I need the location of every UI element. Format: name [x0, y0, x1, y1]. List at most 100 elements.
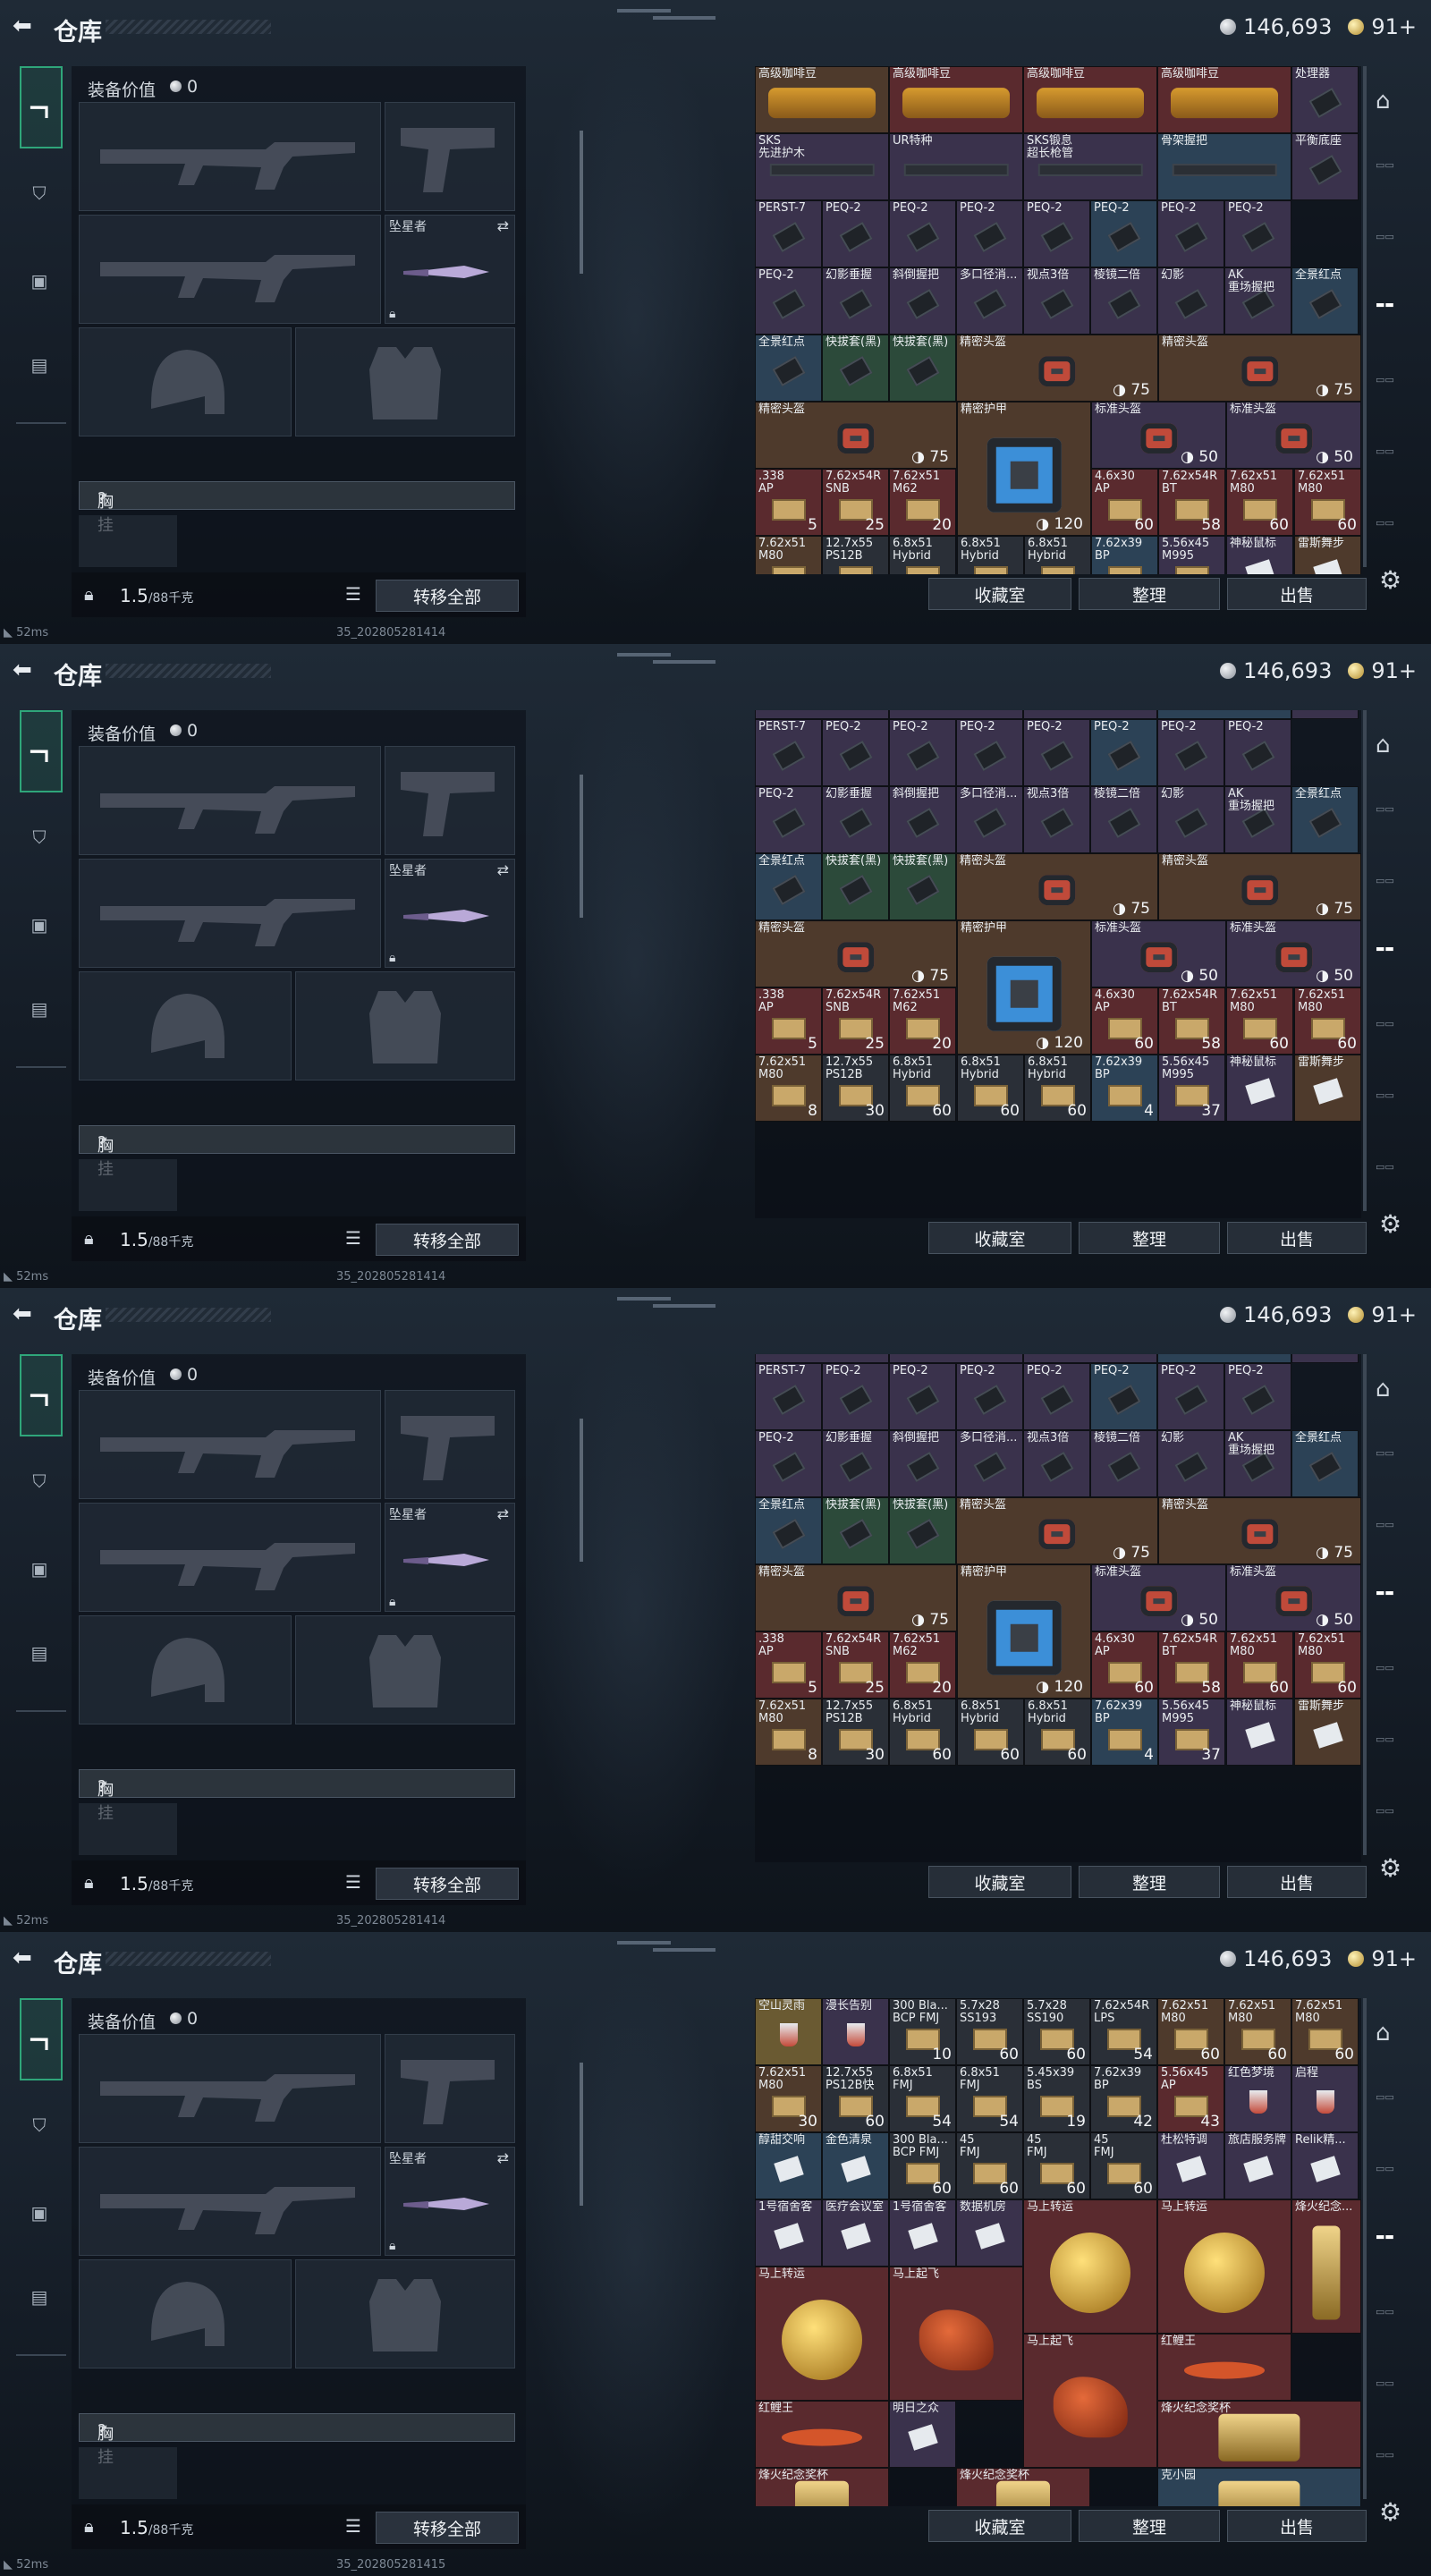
helmet-slot[interactable]	[79, 971, 292, 1080]
inventory-item[interactable]: 7.62x51 M62 20	[889, 1631, 956, 1699]
inventory-item[interactable]: PEQ-2	[1157, 1363, 1224, 1430]
secondary-weapon-slot[interactable]	[79, 859, 381, 968]
sort-button[interactable]: 整理	[1079, 2510, 1220, 2542]
container-tab-icon[interactable]: ▬▬	[1376, 1587, 1415, 1623]
chest-rig-grid[interactable]	[79, 1159, 177, 1211]
inventory-item[interactable]: 视点3倍	[1023, 267, 1090, 335]
inventory-item[interactable]: 7.62x39 BP 4	[1091, 1699, 1158, 1766]
collection-room-button[interactable]: 收藏室	[928, 578, 1071, 610]
container-tab-icon[interactable]: ▬▬	[1376, 299, 1415, 335]
inventory-item[interactable]: 快拔套(黑)	[889, 853, 956, 920]
inventory-item[interactable]: 6.8x51 FMJ 54	[889, 2065, 956, 2132]
inventory-item[interactable]: 骨架握把	[1157, 710, 1291, 719]
inventory-item[interactable]: PEQ-2	[956, 1363, 1023, 1430]
inventory-item[interactable]: 6.8x51 Hybrid 60	[889, 1055, 956, 1122]
inventory-item[interactable]: 300 Bla... BCP FMJ 10	[889, 1998, 956, 2065]
case-tab[interactable]: ▤	[20, 989, 59, 1029]
gold-amount[interactable]: 91+	[1371, 14, 1417, 39]
inventory-item[interactable]: 7.62x39 BP 4	[1091, 1055, 1158, 1122]
inventory-item[interactable]: .338 AP 5	[755, 987, 822, 1055]
helmet-slot[interactable]	[79, 2259, 292, 2368]
loadout-scrollbar[interactable]	[580, 131, 583, 274]
inventory-item[interactable]: 7.62x51 M62 20	[889, 987, 956, 1055]
inventory-item[interactable]: 精密头盔 ◑ 75	[956, 853, 1158, 920]
container-tab-icon[interactable]: ▬▬	[1376, 2231, 1415, 2267]
inventory-item[interactable]: 精密护甲 ◑ 120	[957, 1564, 1091, 1699]
inventory-item[interactable]: 精密头盔 ◑ 75	[1158, 335, 1361, 402]
inventory-item[interactable]: 全景红点	[755, 1497, 822, 1564]
inventory-item[interactable]: 烽火纪念奖杯	[755, 2468, 889, 2506]
transfer-all-button[interactable]: 转移全部	[376, 1868, 519, 1900]
container-tab-icon[interactable]: ▭▭	[1376, 2163, 1415, 2199]
inventory-item[interactable]: 6.8x51 Hybrid 60	[889, 1699, 956, 1766]
inventory-item[interactable]: 棱镜二倍	[1090, 267, 1157, 335]
chest-rig-slot[interactable]: 胸挂 ?	[79, 1769, 515, 1823]
inventory-item[interactable]: PERST-7	[755, 200, 822, 267]
secondary-weapon-slot[interactable]	[79, 1503, 381, 1612]
inventory-item[interactable]: 视点3倍	[1023, 1430, 1090, 1497]
settings-gear-icon[interactable]: ⚙	[1379, 1209, 1401, 1239]
pistol-slot[interactable]	[385, 2034, 515, 2143]
container-tab-icon[interactable]: ▭▭	[1376, 2091, 1415, 2127]
melee-slot[interactable]: 坠星者 ⇄ 🔒︎	[385, 2147, 515, 2256]
list-icon[interactable]: ☰	[345, 2515, 361, 2537]
primary-weapon-slot[interactable]	[79, 2034, 381, 2143]
inventory-item[interactable]: 马上转运	[1157, 2199, 1291, 2334]
inventory-item[interactable]: 7.62x54R LPS 54	[1090, 1998, 1157, 2065]
swap-icon[interactable]: ⇄	[497, 861, 509, 878]
inventory-item[interactable]: 精密头盔 ◑ 75	[755, 920, 957, 987]
inventory-item[interactable]: 视点3倍	[1023, 786, 1090, 853]
melee-slot[interactable]: 坠星者 ⇄ 🔒︎	[385, 215, 515, 324]
backpack-tab[interactable]: ▣	[20, 1549, 59, 1589]
inventory-item[interactable]: 神秘鼠标	[1226, 1055, 1293, 1122]
armor-slot[interactable]	[295, 2259, 515, 2368]
inventory-item[interactable]: 幻影	[1157, 1430, 1224, 1497]
case-tab[interactable]: ▤	[20, 2277, 59, 2317]
inventory-item[interactable]: 快拔套(黑)	[822, 853, 889, 920]
sell-button[interactable]: 出售	[1227, 578, 1367, 610]
inventory-item[interactable]: PEQ-2	[1023, 1363, 1090, 1430]
inventory-item[interactable]: 6.8x51 Hybrid 60	[957, 1699, 1024, 1766]
inventory-item[interactable]: PERST-7	[755, 1363, 822, 1430]
inventory-item[interactable]: 7.62x51 M80 30	[755, 2065, 822, 2132]
container-tab-icon[interactable]: ▭▭	[1376, 803, 1415, 839]
warehouse-tab-icon[interactable]: ⌂	[1376, 1376, 1415, 1411]
inventory-item[interactable]: PEQ-2	[1023, 200, 1090, 267]
inventory-item[interactable]: 5.56x45 M99537	[1158, 536, 1225, 574]
container-tab-icon[interactable]: ▭▭	[1376, 159, 1415, 195]
inventory-item[interactable]: SKS锻息 超长枪管	[1023, 133, 1157, 200]
inventory-item[interactable]: 幻影垂握	[822, 1430, 889, 1497]
warehouse-tab-icon[interactable]: ⌂	[1376, 2020, 1415, 2055]
inventory-item[interactable]: 棱镜二倍	[1090, 786, 1157, 853]
inventory-item[interactable]: 马上起飞	[1023, 2334, 1157, 2468]
inventory-item[interactable]: 7.62x51 M80 60	[1294, 1631, 1361, 1699]
inventory-item[interactable]: 快拔套(黑)	[889, 1497, 956, 1564]
inventory-item[interactable]: 红色梦境	[1224, 2065, 1291, 2132]
inventory-item[interactable]: 5.45x39 BS 19	[1023, 2065, 1090, 2132]
inventory-item[interactable]: 数据机房	[956, 2199, 1023, 2267]
melee-slot[interactable]: 坠星者 ⇄ 🔒︎	[385, 859, 515, 968]
inventory-item[interactable]: PEQ-2	[1224, 200, 1291, 267]
inventory-item[interactable]: 雷斯舞步	[1294, 1055, 1361, 1122]
list-icon[interactable]: ☰	[345, 1227, 361, 1249]
inventory-item[interactable]: PEQ-2	[755, 267, 822, 335]
sell-button[interactable]: 出售	[1227, 2510, 1367, 2542]
inventory-item[interactable]: PEQ-2	[889, 719, 956, 786]
gold-amount[interactable]: 91+	[1371, 658, 1417, 683]
inventory-item[interactable]: 6.8x51 FMJ 54	[956, 2065, 1023, 2132]
inventory-item[interactable]: 7.62x51 M80 60	[1157, 1998, 1224, 2065]
inventory-item[interactable]: .338 AP 5	[755, 1631, 822, 1699]
inventory-item[interactable]: 标准头盔 ◑ 50	[1226, 1564, 1361, 1631]
inventory-item[interactable]: 45 FMJ 60	[1090, 2132, 1157, 2199]
primary-weapon-slot[interactable]	[79, 746, 381, 855]
inventory-item[interactable]: 精密头盔 ◑ 75	[755, 1564, 957, 1631]
secondary-weapon-slot[interactable]	[79, 215, 381, 324]
inventory-item[interactable]: 5.56x45 AP 43	[1157, 2065, 1224, 2132]
gold-amount[interactable]: 91+	[1371, 1946, 1417, 1971]
loadout-scrollbar[interactable]	[580, 1419, 583, 1562]
case-tab[interactable]: ▤	[20, 1633, 59, 1673]
inventory-item[interactable]: 多口径消...	[956, 786, 1023, 853]
inventory-item[interactable]: SKS锻息 超长枪管	[1023, 710, 1157, 719]
container-tab-icon[interactable]: ▭▭	[1376, 1447, 1415, 1483]
inventory-item[interactable]: SKS 先进护木	[755, 710, 889, 719]
